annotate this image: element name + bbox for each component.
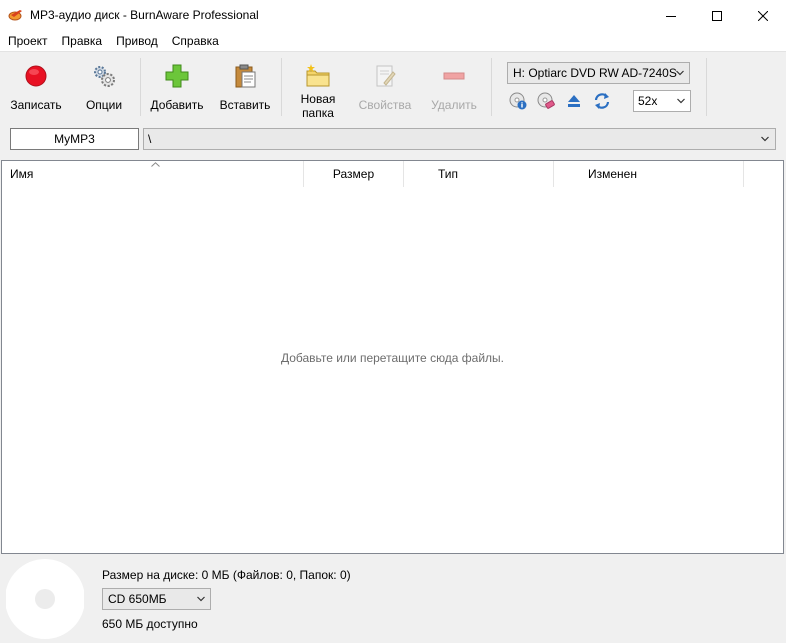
column-header-modified[interactable]: Изменен [554, 161, 744, 187]
toolbar-separator [140, 58, 141, 116]
erase-disc-button[interactable] [537, 92, 555, 110]
disc-label-input[interactable]: MyMP3 [10, 128, 139, 150]
new-folder-icon [306, 64, 330, 87]
new-folder-label-line2: папка [302, 106, 334, 120]
close-button[interactable] [740, 0, 786, 31]
speed-select[interactable]: 52x [633, 90, 691, 112]
status-area: Размер на диске: 0 МБ (Файлов: 0, Папок:… [0, 555, 786, 643]
menu-help[interactable]: Справка [165, 31, 226, 51]
menu-drive[interactable]: Привод [109, 31, 165, 51]
burnaware-app-icon [8, 10, 22, 21]
gear-icon [94, 66, 115, 87]
column-header-type[interactable]: Тип [404, 161, 554, 187]
toolbar-separator [706, 58, 707, 116]
delete-button[interactable]: Удалить [426, 58, 482, 120]
properties-button[interactable]: Свойства [356, 58, 414, 120]
file-list[interactable]: Имя Размер Тип Изменен Добавьте или пере… [1, 160, 784, 554]
media-size-select[interactable]: CD 650МБ [102, 588, 211, 610]
column-header-name-label: Имя [10, 167, 34, 181]
paste-button[interactable]: Вставить [217, 58, 273, 120]
record-label: Записать [10, 98, 62, 112]
speed-select-value: 52x [638, 94, 658, 108]
refresh-icon [594, 93, 610, 109]
menu-bar: Проект Правка Привод Справка [0, 31, 786, 51]
plus-icon [165, 64, 189, 88]
minimize-icon [666, 15, 676, 17]
toolbar-separator [281, 58, 282, 116]
new-folder-label-line1: Новая [300, 92, 336, 106]
minimize-button[interactable] [648, 0, 694, 31]
empty-list-hint: Добавьте или перетащите сюда файлы. [280, 351, 505, 365]
sort-ascending-icon [151, 162, 160, 167]
menu-project[interactable]: Проект [0, 31, 55, 51]
close-icon [758, 10, 768, 21]
available-space-text: 650 МБ доступно [102, 617, 198, 631]
column-header-type-label: Тип [438, 167, 459, 181]
column-header-modified-label: Изменен [588, 167, 637, 181]
disc-info-icon [509, 92, 527, 110]
eject-button[interactable] [565, 92, 583, 110]
properties-icon [376, 65, 396, 87]
record-icon [25, 65, 47, 87]
path-value: \ [148, 132, 152, 146]
maximize-button[interactable] [694, 0, 740, 31]
path-combo[interactable]: \ [143, 128, 776, 150]
toolbar-separator [491, 58, 492, 116]
drive-select[interactable]: H: Optiarc DVD RW AD-7240S [507, 62, 690, 84]
media-size-value: CD 650МБ [108, 592, 167, 606]
options-button[interactable]: Опции [78, 58, 130, 120]
record-button[interactable]: Записать [8, 58, 64, 120]
chevron-down-icon [761, 136, 769, 142]
disc-usage-icon [6, 559, 84, 639]
disc-size-text: Размер на диске: 0 МБ (Файлов: 0, Папок:… [102, 568, 351, 582]
column-header-size-label: Размер [332, 167, 375, 181]
refresh-button[interactable] [593, 92, 611, 110]
chevron-down-icon [197, 596, 205, 602]
add-label: Добавить [150, 98, 204, 112]
chevron-down-icon [676, 70, 684, 76]
toolbar: Записать Опции Добавить Вставить Новая п… [0, 51, 786, 123]
column-header-name[interactable]: Имя [2, 161, 304, 187]
options-label: Опции [85, 98, 123, 112]
menu-edit[interactable]: Правка [55, 31, 110, 51]
eject-icon [568, 95, 580, 107]
clipboard-icon [235, 64, 256, 88]
chevron-down-icon [677, 98, 685, 104]
disc-info-button[interactable] [509, 92, 527, 110]
path-bar: MyMP3 \ [0, 123, 786, 157]
drive-select-value: H: Optiarc DVD RW AD-7240S [513, 66, 677, 80]
maximize-icon [712, 10, 722, 21]
column-header-size[interactable]: Размер [304, 161, 404, 187]
erase-disc-icon [537, 92, 555, 109]
new-folder-button[interactable]: Новая папка [292, 58, 344, 120]
delete-label: Удалить [431, 98, 477, 112]
minus-icon [443, 72, 465, 80]
window-title: MP3-аудио диск - BurnAware Professional [30, 8, 259, 22]
paste-label: Вставить [219, 98, 271, 112]
title-bar: MP3-аудио диск - BurnAware Professional [0, 0, 786, 31]
add-button[interactable]: Добавить [148, 58, 206, 120]
properties-label: Свойства [358, 98, 412, 112]
